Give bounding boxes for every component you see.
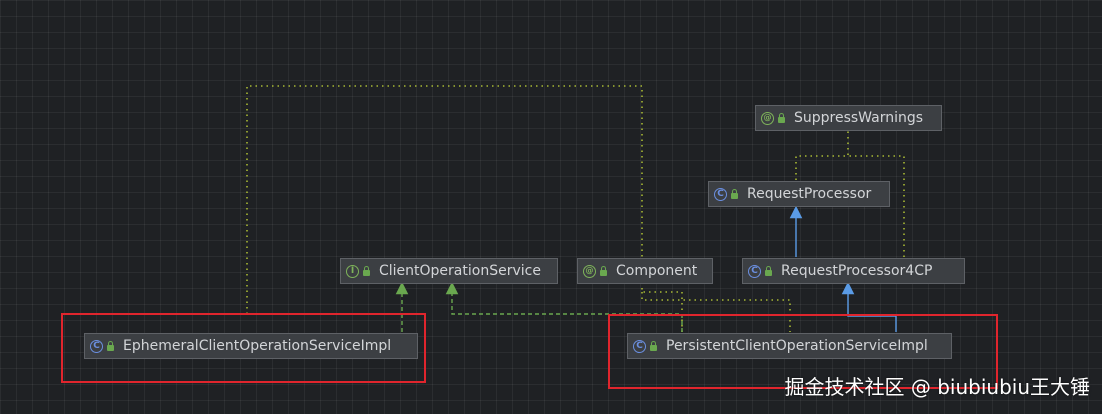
class-icon: C [90, 339, 103, 353]
class-icon: C [748, 264, 761, 278]
lock-icon [778, 112, 785, 123]
node-suppress-warnings[interactable]: @ SuppressWarnings [755, 105, 942, 131]
node-persistent-client-operation-service-impl[interactable]: C PersistentClientOperationServiceImpl [627, 333, 952, 359]
annotation-icon: @ [583, 264, 596, 278]
watermark: 掘金技术社区 @ biubiubiu王大锤 [784, 375, 1091, 399]
edge-request-processor-to-suppress-warnings [795, 131, 849, 180]
node-label: SuppressWarnings [794, 110, 924, 126]
node-component[interactable]: @ Component [577, 258, 713, 284]
class-icon: C [714, 187, 727, 201]
lock-icon [731, 188, 738, 199]
node-client-operation-service[interactable]: I ClientOperationService [340, 258, 558, 284]
node-label: ClientOperationService [379, 263, 541, 279]
node-request-processor-4cp[interactable]: C RequestProcessor4CP [742, 258, 965, 284]
node-label: EphemeralClientOperationServiceImpl [123, 338, 392, 354]
node-label: RequestProcessor4CP [781, 263, 933, 279]
lock-icon [650, 340, 657, 351]
node-label: RequestProcessor [747, 186, 872, 202]
lock-icon [600, 265, 607, 276]
interface-icon: I [346, 264, 359, 278]
lock-icon [107, 340, 114, 351]
node-request-processor[interactable]: C RequestProcessor [708, 181, 890, 207]
lock-icon [363, 265, 370, 276]
node-label: Component [616, 263, 698, 279]
node-ephemeral-client-operation-service-impl[interactable]: C EphemeralClientOperationServiceImpl [84, 333, 418, 359]
edge-ephemeral-to-component [246, 85, 683, 332]
class-icon: C [633, 339, 646, 353]
node-label: PersistentClientOperationServiceImpl [666, 338, 928, 354]
lock-icon [765, 265, 772, 276]
annotation-icon: @ [761, 111, 774, 125]
